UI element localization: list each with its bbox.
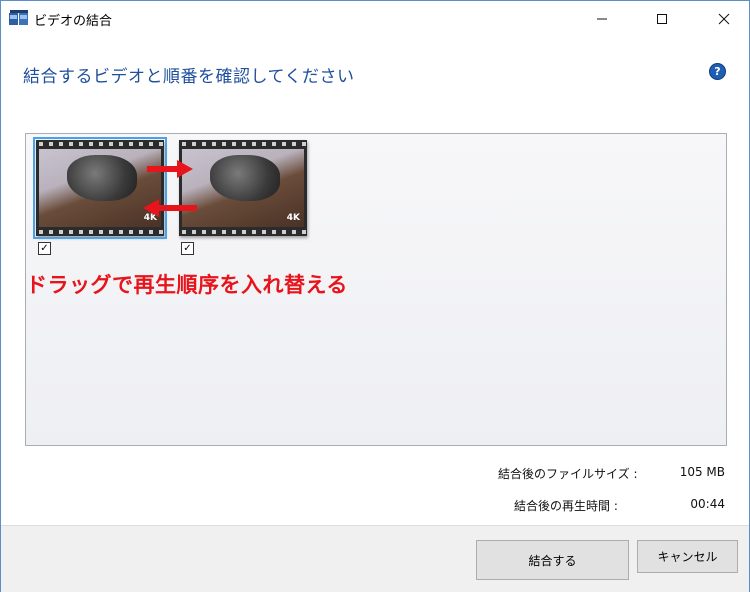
cat-image bbox=[67, 155, 137, 201]
clip-1-checkbox[interactable]: ✓ bbox=[38, 242, 51, 255]
4k-badge: 4K bbox=[286, 213, 300, 223]
clip-thumbnail: 4K bbox=[182, 149, 304, 227]
dialog-window: ビデオの結合 結合するビデオと順番を確認してください ? 4K ✓ 4K ✓ ド… bbox=[0, 0, 750, 592]
cancel-button[interactable]: キャンセル bbox=[637, 540, 738, 573]
app-icon bbox=[9, 10, 28, 25]
clip-list[interactable]: 4K ✓ 4K ✓ ドラッグで再生順序を入れ替える bbox=[25, 133, 727, 446]
page-heading: 結合するビデオと順番を確認してください bbox=[23, 67, 355, 87]
film-sprockets bbox=[36, 228, 164, 236]
file-size-value: 105 MB bbox=[679, 465, 725, 479]
title-bar[interactable]: ビデオの結合 bbox=[1, 1, 749, 37]
video-clip-2[interactable]: 4K bbox=[179, 140, 307, 236]
arrow-right-icon bbox=[147, 160, 193, 178]
cat-image bbox=[210, 155, 280, 201]
arrow-left-icon bbox=[143, 199, 197, 217]
file-size-label: 結合後のファイルサイズ : bbox=[498, 467, 638, 481]
duration-value: 00:44 bbox=[690, 497, 725, 511]
button-bar: 結合する キャンセル bbox=[1, 525, 749, 592]
minimize-button[interactable] bbox=[579, 1, 625, 37]
duration-label: 結合後の再生時間 : bbox=[514, 499, 618, 513]
clip-2-checkbox[interactable]: ✓ bbox=[181, 242, 194, 255]
video-clip-1[interactable]: 4K bbox=[33, 137, 167, 239]
window-title: ビデオの結合 bbox=[34, 14, 113, 29]
film-sprockets bbox=[179, 140, 307, 148]
film-sprockets bbox=[36, 140, 164, 148]
maximize-icon bbox=[657, 14, 667, 24]
maximize-button[interactable] bbox=[639, 1, 685, 37]
minimize-icon bbox=[597, 18, 607, 20]
help-icon[interactable]: ? bbox=[709, 63, 726, 80]
close-icon bbox=[718, 13, 730, 25]
close-button[interactable] bbox=[701, 1, 747, 37]
merge-button[interactable]: 結合する bbox=[476, 540, 629, 580]
drag-annotation: ドラッグで再生順序を入れ替える bbox=[26, 273, 348, 297]
film-sprockets bbox=[179, 228, 307, 236]
